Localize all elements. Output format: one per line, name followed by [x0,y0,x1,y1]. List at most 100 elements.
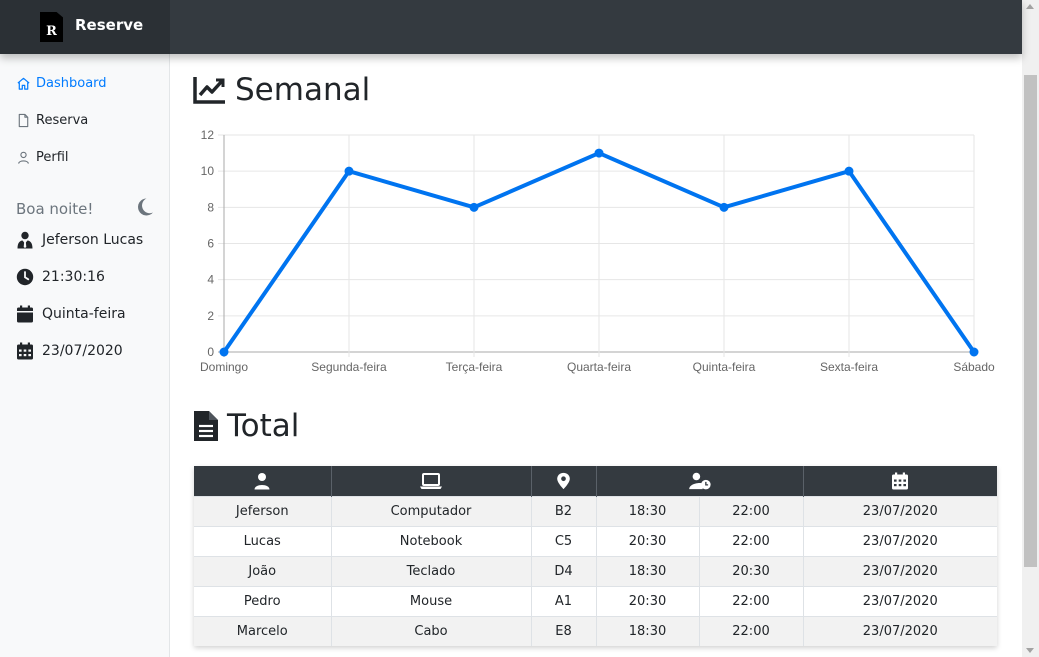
current-date: 23/07/2020 [42,343,123,359]
cell-date: 23/07/2020 [803,525,997,556]
y-tick-label: 2 [207,309,214,323]
weekly-section-title: Semanal [193,72,370,108]
sidebar-item-label: Dashboard [36,76,107,91]
cell-start-time: 18:30 [596,495,700,526]
cell-user: João [194,555,332,586]
file-icon [18,113,29,128]
x-tick-label: Sábado [953,360,995,374]
sidebar-item-perfil[interactable]: Perfil [16,150,69,165]
table-row: Jeferson Computador B2 18:30 22:00 23/07… [194,495,997,526]
brand-name: Reserve [75,16,144,34]
cell-location: E8 [531,615,597,646]
data-point [219,347,229,357]
cell-end-time: 20:30 [699,555,804,586]
greeting-text: Boa noite! [16,200,94,218]
cell-user: Lucas [194,525,332,556]
data-point [719,202,729,212]
total-section-title: Total [193,408,299,444]
data-point [594,148,604,158]
table-row: Marcelo Cabo E8 18:30 22:00 23/07/2020 [194,615,997,646]
table-row: Lucas Notebook C5 20:30 22:00 23/07/2020 [194,525,997,556]
cell-location: C5 [531,525,597,556]
cell-start-time: 20:30 [596,585,700,616]
column-header-equipment[interactable] [331,466,532,496]
x-tick-label: Domingo [200,360,248,374]
reservations-table: Jeferson Computador B2 18:30 22:00 23/07… [194,466,997,646]
x-tick-label: Segunda-feira [311,360,387,374]
page-scrollbar[interactable] [1022,0,1039,657]
brand[interactable]: R Reserve [0,0,170,54]
brand-logo-icon: R [40,12,63,42]
cell-equipment: Cabo [331,615,532,646]
table-header-row [194,466,997,496]
sidebar-item-label: Reserva [36,113,89,128]
cell-end-time: 22:00 [699,585,804,616]
sidebar-item-reserva[interactable]: Reserva [16,113,88,128]
scrollbar-thumb[interactable] [1024,75,1037,567]
x-tick-label: Quarta-feira [567,360,631,374]
cell-start-time: 18:30 [596,615,700,646]
cell-user: Pedro [194,585,332,616]
column-header-location[interactable] [531,466,597,496]
current-time: 21:30:16 [42,269,105,285]
scroll-down-arrow-icon[interactable] [1026,648,1034,653]
location-pin-icon [557,472,570,489]
top-navbar: R Reserve [0,0,1022,54]
cell-user: Jeferson [194,495,332,526]
chart-line-icon [193,77,225,104]
data-point [344,166,354,176]
calendar-icon [17,342,33,360]
cell-user: Marcelo [194,615,332,646]
cell-end-time: 22:00 [699,525,804,556]
scroll-up-arrow-icon[interactable] [1026,4,1034,9]
cell-date: 23/07/2020 [803,585,997,616]
laptop-icon [420,472,442,489]
y-tick-label: 6 [207,237,214,251]
cell-date: 23/07/2020 [803,555,997,586]
clock-row: 21:30:16 [16,268,105,286]
weekly-chart: 0 2 4 6 8 10 12 Domingo Segunda-feira Terça-feira… [195,125,1000,377]
clock-icon [16,268,34,286]
weekday-row: Quinta-feira [16,305,126,323]
user-icon [254,472,270,490]
cell-end-time: 22:00 [699,615,804,646]
section-title-text: Total [227,408,300,444]
sidebar-item-label: Perfil [36,150,69,165]
cell-location: D4 [531,555,597,586]
x-tick-label: Terça-feira [446,360,503,374]
section-title-text: Semanal [235,72,371,108]
x-tick-label: Sexta-feira [820,360,878,374]
cell-equipment: Teclado [331,555,532,586]
data-point [969,347,979,357]
table-row: João Teclado D4 18:30 20:30 23/07/2020 [194,555,997,586]
data-point [844,166,854,176]
column-header-user[interactable] [194,466,332,496]
y-tick-label: 8 [207,200,214,214]
sidebar-item-dashboard[interactable]: Dashboard [16,76,107,91]
y-tick-label: 0 [207,345,214,359]
cell-location: A1 [531,585,597,616]
cell-location: B2 [531,495,597,526]
user-icon [18,151,29,164]
home-icon [17,77,30,90]
calendar-icon [892,472,909,490]
x-tick-label: Quinta-feira [693,360,756,374]
file-alt-icon [194,411,218,441]
current-weekday: Quinta-feira [42,306,126,322]
y-tick-label: 12 [201,128,215,142]
column-header-time[interactable] [596,466,804,496]
calendar-day-icon [17,305,33,323]
user-name: Jeferson Lucas [42,232,144,248]
column-header-date[interactable] [803,466,997,496]
cell-date: 23/07/2020 [803,495,997,526]
data-point [469,202,479,212]
date-row: 23/07/2020 [16,342,123,360]
user-name-row: Jeferson Lucas [16,231,143,249]
y-tick-label: 4 [207,273,214,287]
cell-start-time: 20:30 [596,525,700,556]
weekly-line-chart: 0 2 4 6 8 10 12 Domingo Segunda-feira Terça-feira… [200,128,995,374]
user-tie-icon [17,231,33,249]
y-tick-label: 10 [201,164,215,178]
cell-equipment: Computador [331,495,532,526]
cell-end-time: 22:00 [699,495,804,526]
